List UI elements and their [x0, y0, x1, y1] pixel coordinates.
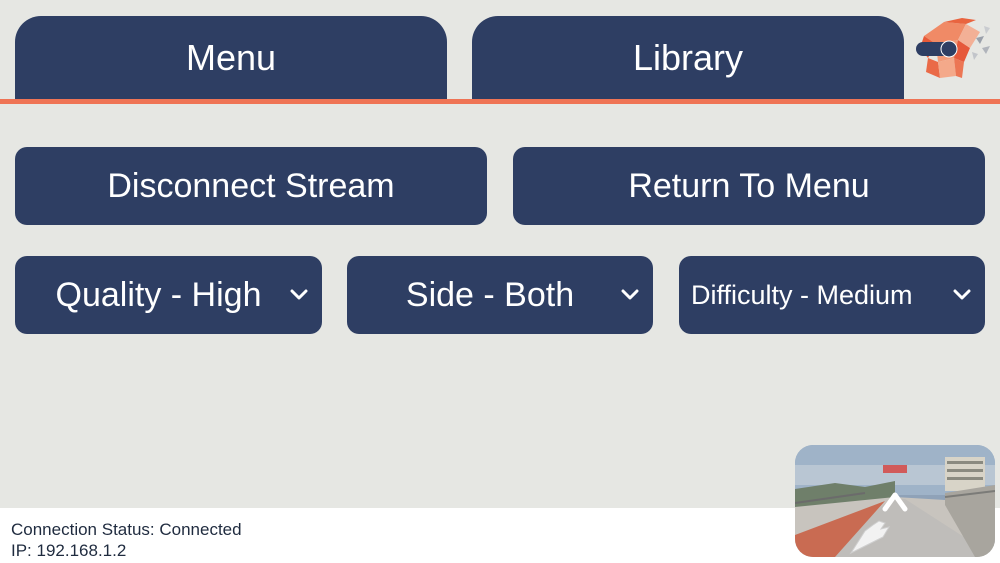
ip-address: IP: 192.168.1.2 — [11, 541, 127, 560]
side-dropdown[interactable]: Side - Both — [347, 256, 653, 334]
tab-underline — [0, 99, 1000, 104]
connection-status: Connection Status: Connected — [11, 520, 242, 539]
tab-menu[interactable]: Menu — [15, 16, 447, 100]
disconnect-stream-button[interactable]: Disconnect Stream — [15, 147, 487, 225]
difficulty-dropdown-label: Difficulty - Medium — [691, 279, 913, 310]
stream-preview-image — [795, 445, 995, 557]
chevron-down-icon — [621, 289, 639, 300]
return-to-menu-button[interactable]: Return To Menu — [513, 147, 985, 225]
return-to-menu-label: Return To Menu — [628, 166, 870, 205]
quality-dropdown-label: Quality - High — [55, 275, 262, 314]
brain-logo-icon — [916, 18, 990, 78]
disconnect-stream-label: Disconnect Stream — [107, 166, 395, 205]
stream-preview[interactable] — [795, 445, 995, 557]
tab-library-label: Library — [632, 37, 744, 78]
chevron-down-icon — [953, 289, 971, 300]
tab-menu-label: Menu — [185, 37, 277, 78]
quality-dropdown[interactable]: Quality - High — [15, 256, 322, 334]
difficulty-dropdown[interactable]: Difficulty - Medium — [679, 256, 985, 334]
chevron-down-icon — [290, 289, 308, 300]
tab-library[interactable]: Library — [472, 16, 904, 100]
side-dropdown-label: Side - Both — [405, 275, 575, 314]
